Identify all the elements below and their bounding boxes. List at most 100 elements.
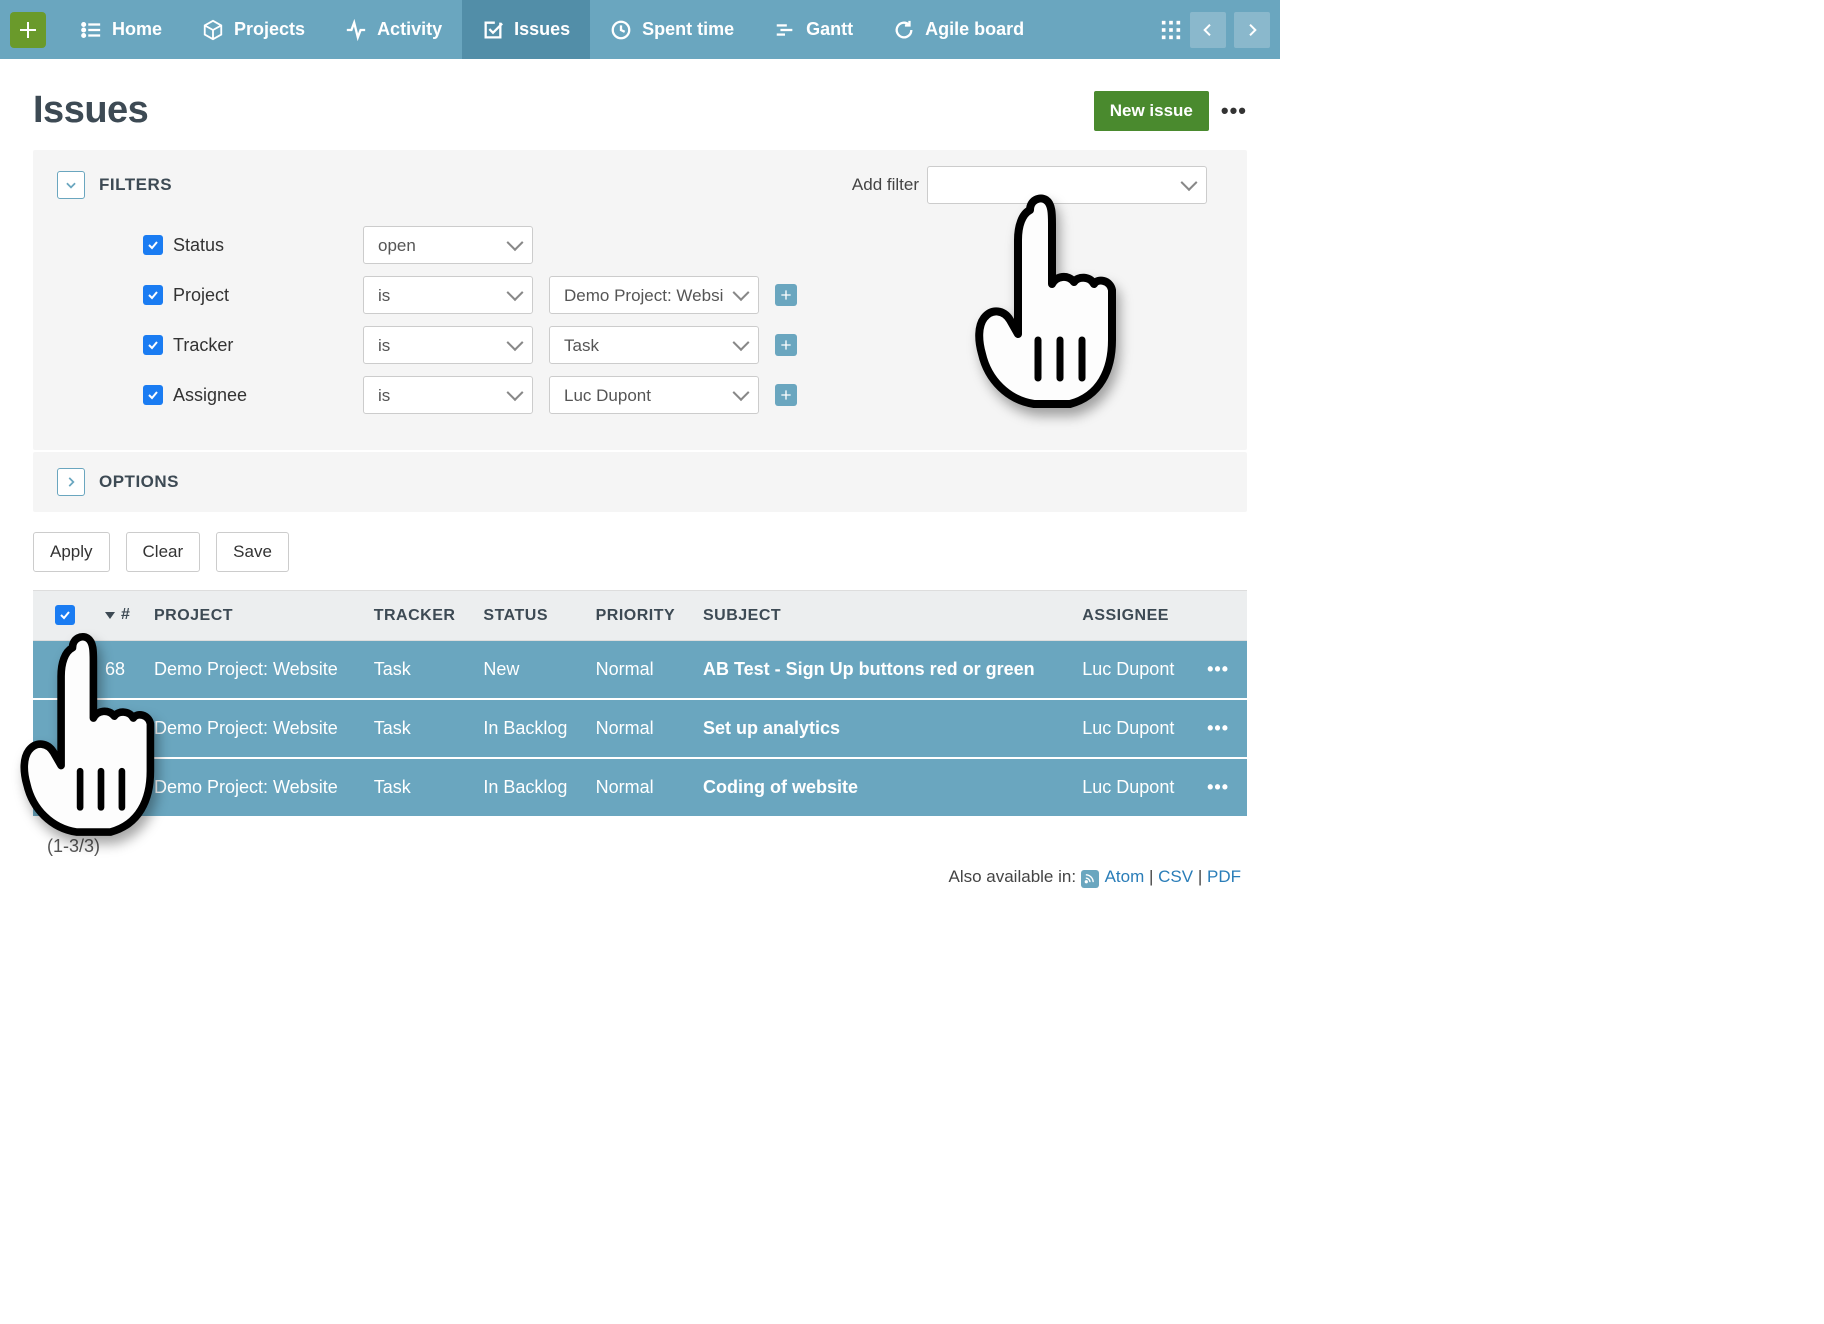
page-body: Issues New issue ••• FILTERS Add filter …	[0, 59, 1280, 908]
refresh-icon	[893, 19, 915, 41]
filter-project-op[interactable]: is	[363, 276, 533, 314]
cell-project: Demo Project: Website	[144, 699, 364, 758]
export-row: Also available in: Atom | CSV | PDF	[33, 867, 1247, 888]
cell-project: Demo Project: Website	[144, 758, 364, 817]
options-heading: OPTIONS	[99, 472, 179, 492]
nav-activity-label: Activity	[377, 19, 442, 40]
cell-priority: Normal	[586, 699, 693, 758]
cell-status: In Backlog	[473, 758, 585, 817]
options-panel-head: OPTIONS	[33, 452, 1247, 512]
cell-assignee: Luc Dupont	[1072, 641, 1193, 700]
cell-subject[interactable]: AB Test - Sign Up buttons red or green	[693, 641, 1072, 700]
list-icon	[80, 19, 102, 41]
row-more-menu[interactable]: •••	[1193, 699, 1247, 758]
export-prefix: Also available in:	[948, 867, 1076, 886]
row-more-menu[interactable]: •••	[1193, 758, 1247, 817]
nav-home[interactable]: Home	[60, 0, 182, 59]
col-assignee[interactable]: ASSIGNEE	[1072, 591, 1193, 641]
col-tracker[interactable]: TRACKER	[364, 591, 474, 641]
plus-icon	[780, 389, 792, 401]
col-priority[interactable]: PRIORITY	[586, 591, 693, 641]
table-row[interactable]: Demo Project: Website Task In Backlog No…	[33, 758, 1247, 817]
nav-spent-time-label: Spent time	[642, 19, 734, 40]
cell-subject[interactable]: Set up analytics	[693, 699, 1072, 758]
filter-project-checkbox[interactable]	[143, 285, 163, 305]
page-title: Issues	[33, 89, 148, 132]
clear-button[interactable]: Clear	[126, 532, 201, 572]
nav-gantt-label: Gantt	[806, 19, 853, 40]
filter-project-val[interactable]: Demo Project: Websi	[549, 276, 759, 314]
nav-issues[interactable]: Issues	[462, 0, 590, 59]
col-project[interactable]: PROJECT	[144, 591, 364, 641]
filters-heading: FILTERS	[99, 175, 172, 195]
export-atom-link[interactable]: Atom	[1105, 867, 1145, 886]
select-all-checkbox[interactable]	[55, 605, 75, 625]
activity-icon	[345, 19, 367, 41]
filter-project-add[interactable]	[775, 284, 797, 306]
row-more-menu[interactable]: •••	[1193, 641, 1247, 700]
new-item-button[interactable]	[10, 12, 46, 48]
plus-icon	[780, 289, 792, 301]
apply-button[interactable]: Apply	[33, 532, 110, 572]
chevron-down-icon	[64, 178, 78, 192]
filters-collapse-button[interactable]	[57, 171, 85, 199]
filter-assignee-checkbox[interactable]	[143, 385, 163, 405]
page-header: Issues New issue •••	[33, 89, 1247, 132]
nav-activity[interactable]: Activity	[325, 0, 462, 59]
nav-prev-button[interactable]	[1190, 12, 1226, 48]
page-more-menu[interactable]: •••	[1221, 98, 1247, 124]
filter-assignee-add[interactable]	[775, 384, 797, 406]
chevron-left-icon	[1200, 22, 1216, 38]
cell-priority: Normal	[586, 758, 693, 817]
filter-row-status: Status open	[143, 226, 1223, 264]
filter-assignee-label: Assignee	[173, 385, 363, 406]
cell-assignee: Luc Dupont	[1072, 758, 1193, 817]
cube-icon	[202, 19, 224, 41]
filter-assignee-op[interactable]: is	[363, 376, 533, 414]
nav-gantt[interactable]: Gantt	[754, 0, 873, 59]
save-button[interactable]: Save	[216, 532, 289, 572]
clock-icon	[610, 19, 632, 41]
cell-subject[interactable]: Coding of website	[693, 758, 1072, 817]
filter-status-op[interactable]: open	[363, 226, 533, 264]
filters-body: Status open Project is Demo Project: Web…	[33, 220, 1247, 450]
add-filter-select[interactable]	[927, 166, 1207, 204]
filter-tracker-val[interactable]: Task	[549, 326, 759, 364]
nav-next-button[interactable]	[1234, 12, 1270, 48]
filter-tracker-checkbox[interactable]	[143, 335, 163, 355]
cell-status: In Backlog	[473, 699, 585, 758]
cell-project: Demo Project: Website	[144, 641, 364, 700]
rss-icon	[1081, 870, 1099, 888]
filter-assignee-val[interactable]: Luc Dupont	[549, 376, 759, 414]
nav-issues-label: Issues	[514, 19, 570, 40]
filter-tracker-op[interactable]: is	[363, 326, 533, 364]
pager-label: (1-3/3)	[47, 836, 1247, 857]
cell-id	[95, 758, 144, 817]
filter-status-checkbox[interactable]	[143, 235, 163, 255]
filters-panel: FILTERS Add filter Status open Project i…	[33, 150, 1247, 450]
options-expand-button[interactable]	[57, 468, 85, 496]
chevron-right-icon	[1244, 22, 1260, 38]
nav-projects[interactable]: Projects	[182, 0, 325, 59]
filter-tracker-add[interactable]	[775, 334, 797, 356]
filter-tracker-label: Tracker	[173, 335, 363, 356]
nav-items: Home Projects Activity Issues Spent time…	[60, 0, 1044, 59]
col-id[interactable]: #	[95, 591, 144, 641]
new-issue-button[interactable]: New issue	[1094, 91, 1209, 131]
col-subject[interactable]: SUBJECT	[693, 591, 1072, 641]
nav-projects-label: Projects	[234, 19, 305, 40]
add-filter-label: Add filter	[852, 175, 919, 195]
sort-desc-icon	[105, 610, 115, 620]
nav-agile[interactable]: Agile board	[873, 0, 1044, 59]
filter-row-tracker: Tracker is Task	[143, 326, 1223, 364]
nav-spent-time[interactable]: Spent time	[590, 0, 754, 59]
table-header-row: # PROJECT TRACKER STATUS PRIORITY SUBJEC…	[33, 591, 1247, 641]
apps-icon[interactable]	[1160, 19, 1182, 41]
export-csv-link[interactable]: CSV	[1158, 867, 1193, 886]
gantt-icon	[774, 19, 796, 41]
table-row[interactable]: Demo Project: Website Task In Backlog No…	[33, 699, 1247, 758]
table-row[interactable]: 68 Demo Project: Website Task New Normal…	[33, 641, 1247, 700]
cell-id: 68	[95, 641, 144, 700]
export-pdf-link[interactable]: PDF	[1207, 867, 1241, 886]
col-status[interactable]: STATUS	[473, 591, 585, 641]
